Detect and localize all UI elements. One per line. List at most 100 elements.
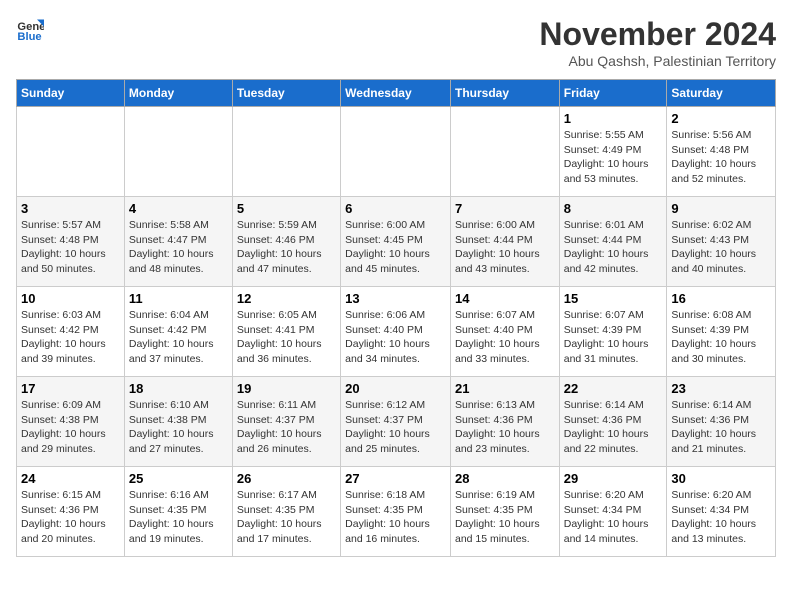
day-info: Sunrise: 6:09 AM Sunset: 4:38 PM Dayligh… <box>21 398 120 457</box>
day-number: 11 <box>129 291 228 306</box>
weekday-header-cell: Sunday <box>17 80 125 107</box>
calendar-cell: 22Sunrise: 6:14 AM Sunset: 4:36 PM Dayli… <box>559 377 667 467</box>
day-info: Sunrise: 6:00 AM Sunset: 4:45 PM Dayligh… <box>345 218 446 277</box>
calendar-cell <box>124 107 232 197</box>
day-number: 17 <box>21 381 120 396</box>
day-number: 18 <box>129 381 228 396</box>
weekday-header-cell: Friday <box>559 80 667 107</box>
day-info: Sunrise: 6:14 AM Sunset: 4:36 PM Dayligh… <box>671 398 771 457</box>
day-number: 13 <box>345 291 446 306</box>
day-number: 14 <box>455 291 555 306</box>
day-number: 24 <box>21 471 120 486</box>
calendar-week-row: 17 Sunrise: 6:09 AM Sunset: 4:38 PM Dayli… <box>17 377 776 467</box>
day-number: 29 <box>564 471 663 486</box>
day-number: 20 <box>345 381 446 396</box>
weekday-header-cell: Monday <box>124 80 232 107</box>
calendar-cell: 21 Sunrise: 6:13 AM Sunset: 4:36 PM Dayli… <box>450 377 559 467</box>
day-number: 8 <box>564 201 663 216</box>
calendar-cell: 7 Sunrise: 6:00 AM Sunset: 4:44 PM Daylig… <box>450 197 559 287</box>
calendar-body: 1 Sunrise: 5:55 AM Sunset: 4:49 PM Daylig… <box>17 107 776 557</box>
day-number: 7 <box>455 201 555 216</box>
calendar-cell: 4 Sunrise: 5:58 AM Sunset: 4:47 PM Daylig… <box>124 197 232 287</box>
day-info: Sunrise: 5:55 AM Sunset: 4:49 PM Dayligh… <box>564 128 663 187</box>
calendar-cell: 8Sunrise: 6:01 AM Sunset: 4:44 PM Daylig… <box>559 197 667 287</box>
day-number: 9 <box>671 201 771 216</box>
day-number: 22 <box>564 381 663 396</box>
calendar-cell: 17 Sunrise: 6:09 AM Sunset: 4:38 PM Dayli… <box>17 377 125 467</box>
day-info: Sunrise: 6:16 AM Sunset: 4:35 PM Dayligh… <box>129 488 228 547</box>
day-number: 27 <box>345 471 446 486</box>
day-number: 21 <box>455 381 555 396</box>
day-number: 16 <box>671 291 771 306</box>
day-number: 26 <box>237 471 336 486</box>
day-number: 10 <box>21 291 120 306</box>
weekday-header-cell: Thursday <box>450 80 559 107</box>
calendar-cell: 12 Sunrise: 6:05 AM Sunset: 4:41 PM Dayli… <box>232 287 340 377</box>
day-info: Sunrise: 5:56 AM Sunset: 4:48 PM Dayligh… <box>671 128 771 187</box>
calendar-cell: 3 Sunrise: 5:57 AM Sunset: 4:48 PM Daylig… <box>17 197 125 287</box>
calendar-cell: 5 Sunrise: 5:59 AM Sunset: 4:46 PM Daylig… <box>232 197 340 287</box>
calendar-cell: 18 Sunrise: 6:10 AM Sunset: 4:38 PM Dayli… <box>124 377 232 467</box>
weekday-header-cell: Tuesday <box>232 80 340 107</box>
day-info: Sunrise: 6:15 AM Sunset: 4:36 PM Dayligh… <box>21 488 120 547</box>
day-number: 25 <box>129 471 228 486</box>
day-info: Sunrise: 6:08 AM Sunset: 4:39 PM Dayligh… <box>671 308 771 367</box>
calendar-cell: 23Sunrise: 6:14 AM Sunset: 4:36 PM Dayli… <box>667 377 776 467</box>
day-info: Sunrise: 5:57 AM Sunset: 4:48 PM Dayligh… <box>21 218 120 277</box>
day-info: Sunrise: 6:03 AM Sunset: 4:42 PM Dayligh… <box>21 308 120 367</box>
calendar-cell: 20 Sunrise: 6:12 AM Sunset: 4:37 PM Dayli… <box>341 377 451 467</box>
weekday-header-row: SundayMondayTuesdayWednesdayThursdayFrid… <box>17 80 776 107</box>
logo: General Blue <box>16 16 44 44</box>
day-info: Sunrise: 6:13 AM Sunset: 4:36 PM Dayligh… <box>455 398 555 457</box>
calendar-cell: 14 Sunrise: 6:07 AM Sunset: 4:40 PM Dayli… <box>450 287 559 377</box>
day-info: Sunrise: 6:00 AM Sunset: 4:44 PM Dayligh… <box>455 218 555 277</box>
calendar-cell: 2 Sunrise: 5:56 AM Sunset: 4:48 PM Daylig… <box>667 107 776 197</box>
calendar-cell: 15Sunrise: 6:07 AM Sunset: 4:39 PM Dayli… <box>559 287 667 377</box>
day-info: Sunrise: 6:10 AM Sunset: 4:38 PM Dayligh… <box>129 398 228 457</box>
calendar-week-row: 10 Sunrise: 6:03 AM Sunset: 4:42 PM Dayli… <box>17 287 776 377</box>
calendar-cell: 10 Sunrise: 6:03 AM Sunset: 4:42 PM Dayli… <box>17 287 125 377</box>
day-info: Sunrise: 6:07 AM Sunset: 4:40 PM Dayligh… <box>455 308 555 367</box>
day-info: Sunrise: 6:04 AM Sunset: 4:42 PM Dayligh… <box>129 308 228 367</box>
day-info: Sunrise: 6:02 AM Sunset: 4:43 PM Dayligh… <box>671 218 771 277</box>
day-info: Sunrise: 6:12 AM Sunset: 4:37 PM Dayligh… <box>345 398 446 457</box>
calendar-cell <box>341 107 451 197</box>
calendar-cell: 30Sunrise: 6:20 AM Sunset: 4:34 PM Dayli… <box>667 467 776 557</box>
day-info: Sunrise: 6:07 AM Sunset: 4:39 PM Dayligh… <box>564 308 663 367</box>
day-info: Sunrise: 5:59 AM Sunset: 4:46 PM Dayligh… <box>237 218 336 277</box>
day-number: 19 <box>237 381 336 396</box>
day-info: Sunrise: 6:18 AM Sunset: 4:35 PM Dayligh… <box>345 488 446 547</box>
calendar-week-row: 3 Sunrise: 5:57 AM Sunset: 4:48 PM Daylig… <box>17 197 776 287</box>
month-title: November 2024 <box>539 16 776 53</box>
calendar-table: SundayMondayTuesdayWednesdayThursdayFrid… <box>16 79 776 557</box>
calendar-cell: 6Sunrise: 6:00 AM Sunset: 4:45 PM Daylig… <box>341 197 451 287</box>
calendar-cell: 9 Sunrise: 6:02 AM Sunset: 4:43 PM Daylig… <box>667 197 776 287</box>
calendar-cell: 27 Sunrise: 6:18 AM Sunset: 4:35 PM Dayli… <box>341 467 451 557</box>
day-info: Sunrise: 5:58 AM Sunset: 4:47 PM Dayligh… <box>129 218 228 277</box>
calendar-cell <box>232 107 340 197</box>
day-number: 12 <box>237 291 336 306</box>
day-number: 28 <box>455 471 555 486</box>
calendar-cell: 13 Sunrise: 6:06 AM Sunset: 4:40 PM Dayli… <box>341 287 451 377</box>
day-number: 5 <box>237 201 336 216</box>
calendar-cell: 19Sunrise: 6:11 AM Sunset: 4:37 PM Dayli… <box>232 377 340 467</box>
day-info: Sunrise: 6:05 AM Sunset: 4:41 PM Dayligh… <box>237 308 336 367</box>
calendar-cell: 16 Sunrise: 6:08 AM Sunset: 4:39 PM Dayli… <box>667 287 776 377</box>
day-info: Sunrise: 6:20 AM Sunset: 4:34 PM Dayligh… <box>564 488 663 547</box>
day-number: 4 <box>129 201 228 216</box>
calendar-cell: 1 Sunrise: 5:55 AM Sunset: 4:49 PM Daylig… <box>559 107 667 197</box>
weekday-header-cell: Wednesday <box>341 80 451 107</box>
day-number: 30 <box>671 471 771 486</box>
calendar-week-row: 24 Sunrise: 6:15 AM Sunset: 4:36 PM Dayli… <box>17 467 776 557</box>
day-number: 1 <box>564 111 663 126</box>
calendar-cell: 28Sunrise: 6:19 AM Sunset: 4:35 PM Dayli… <box>450 467 559 557</box>
title-area: November 2024 Abu Qashsh, Palestinian Te… <box>539 16 776 69</box>
day-info: Sunrise: 6:17 AM Sunset: 4:35 PM Dayligh… <box>237 488 336 547</box>
calendar-cell: 11 Sunrise: 6:04 AM Sunset: 4:42 PM Dayli… <box>124 287 232 377</box>
day-info: Sunrise: 6:06 AM Sunset: 4:40 PM Dayligh… <box>345 308 446 367</box>
calendar-cell <box>450 107 559 197</box>
day-number: 2 <box>671 111 771 126</box>
calendar-cell <box>17 107 125 197</box>
day-number: 3 <box>21 201 120 216</box>
calendar-cell: 29 Sunrise: 6:20 AM Sunset: 4:34 PM Dayli… <box>559 467 667 557</box>
